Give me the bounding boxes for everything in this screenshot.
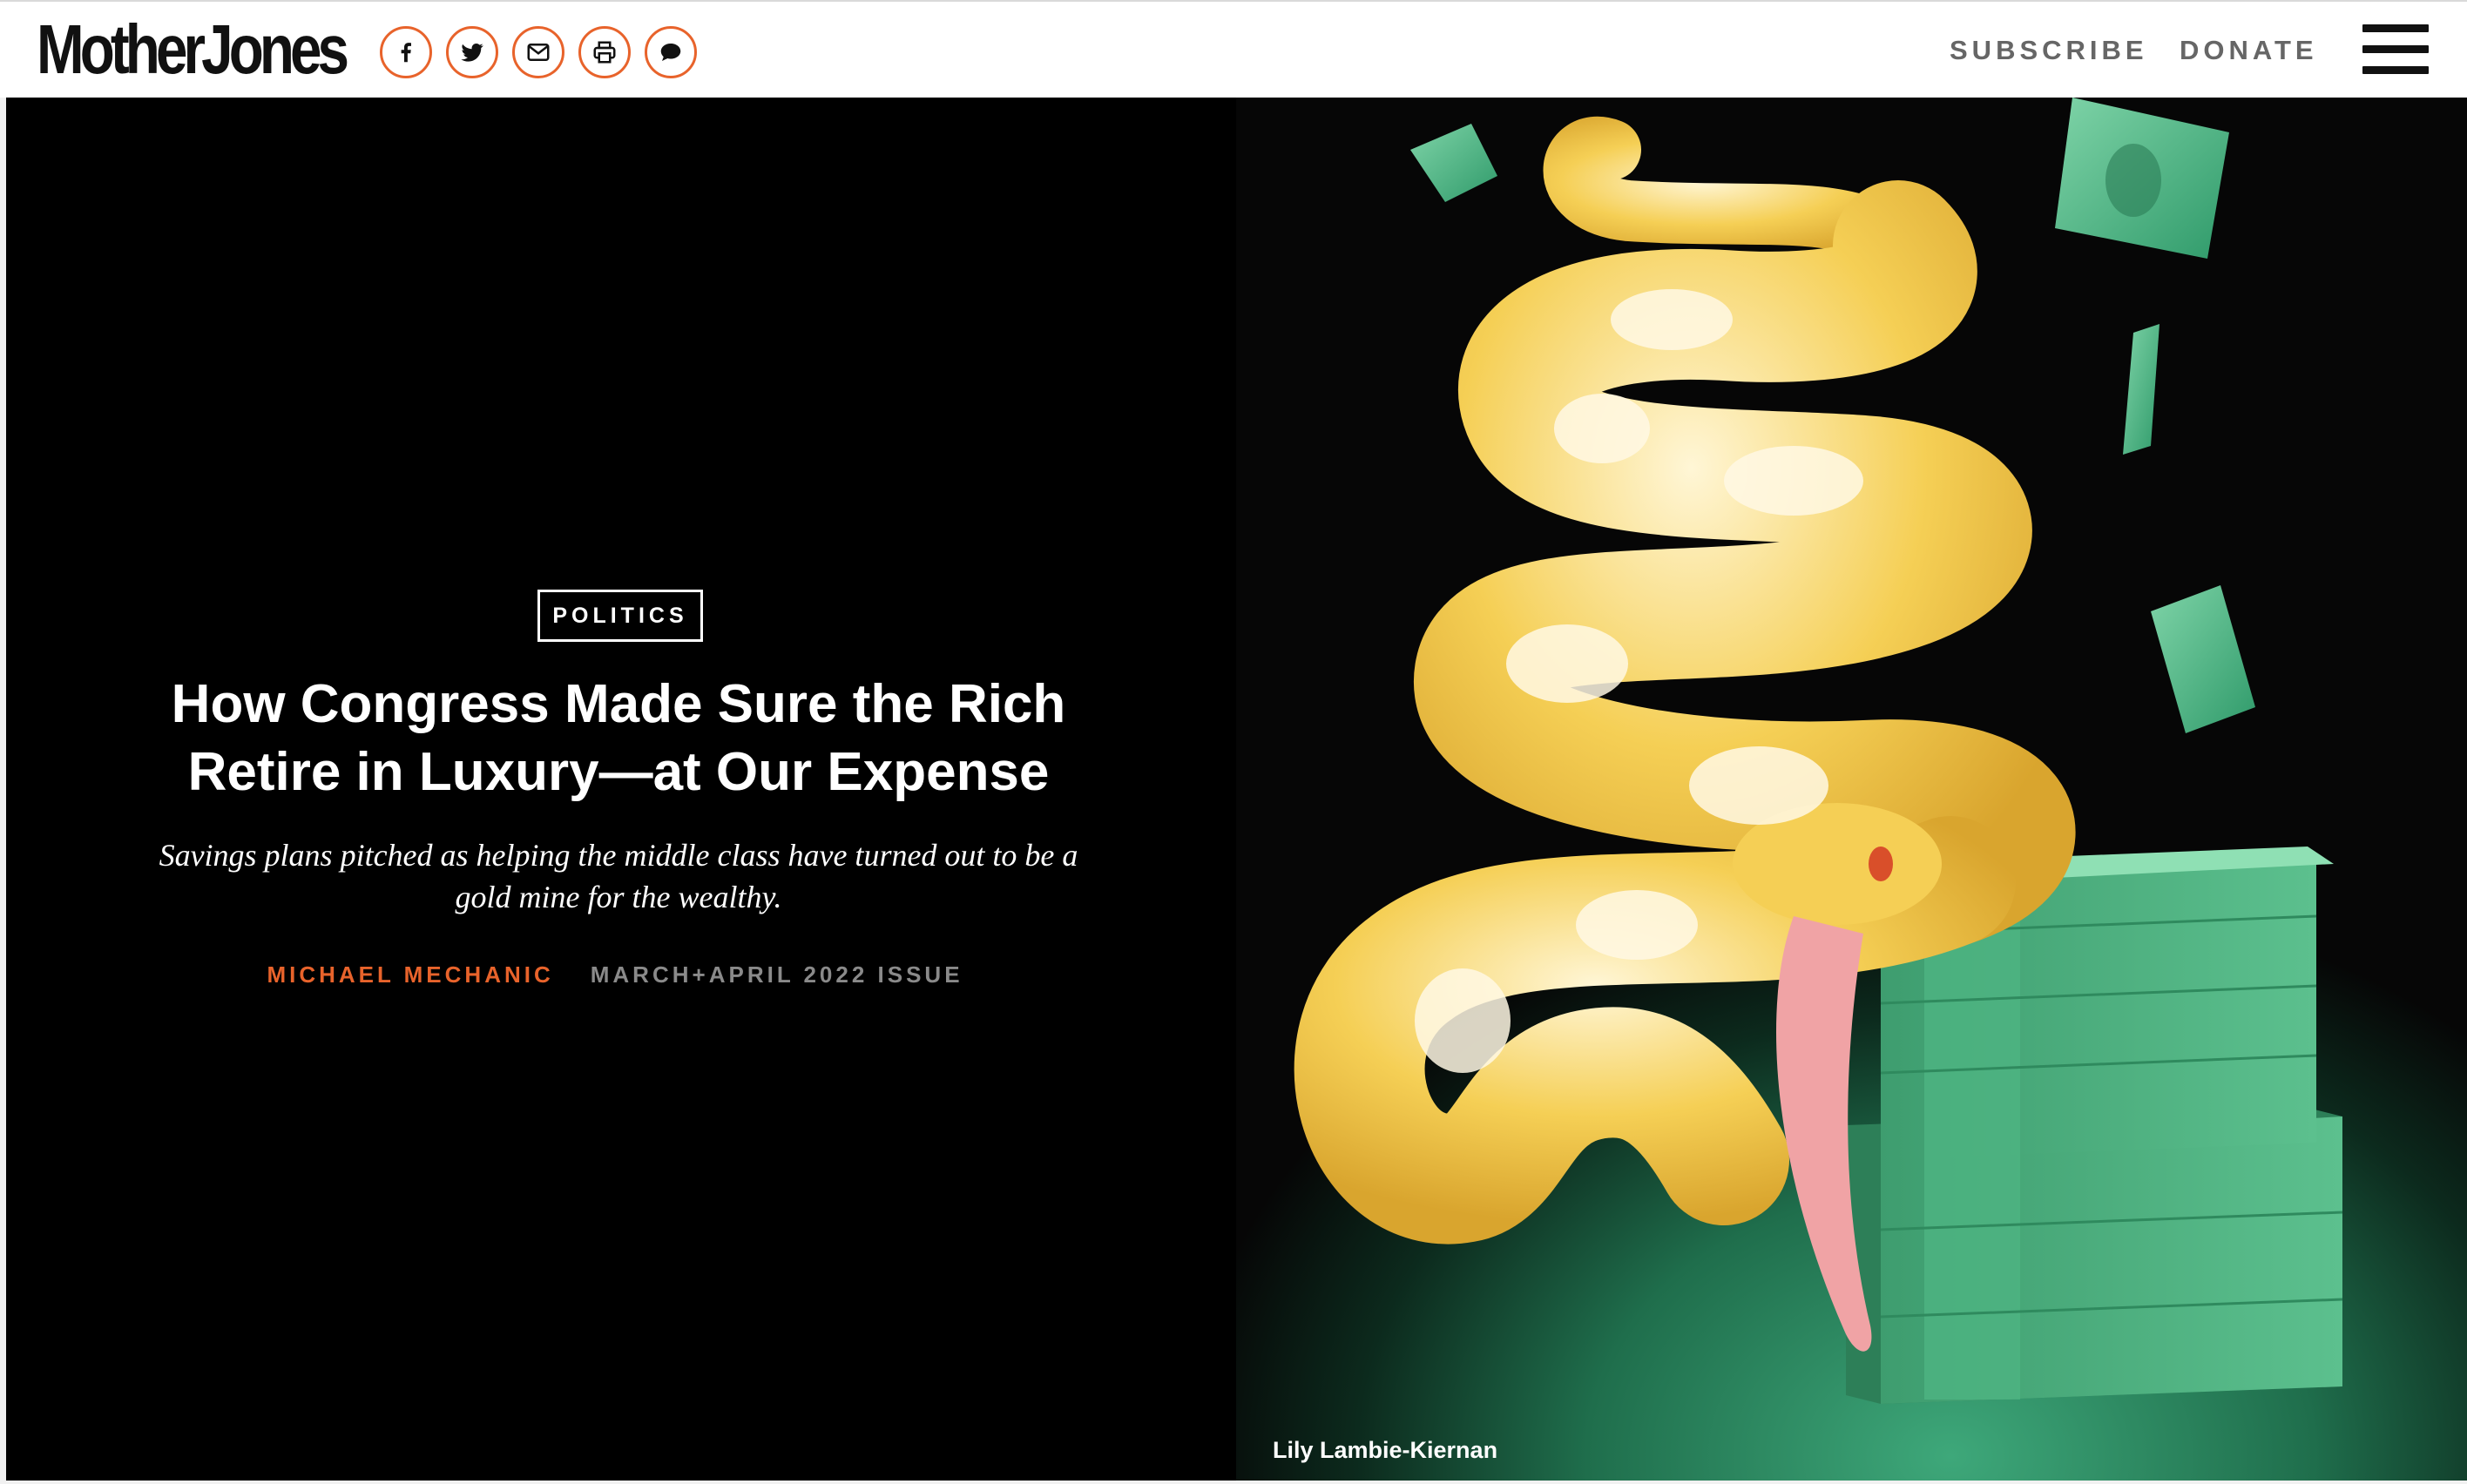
comment-icon [660,44,681,61]
hamburger-icon[interactable] [2362,24,2429,75]
hero-illustration [1236,98,2467,1481]
flying-bill [2055,98,2229,259]
facebook-share-button[interactable] [380,26,432,78]
image-credit: Lily Lambie-Kiernan [1273,1437,1498,1463]
article-dek: Savings plans pitched as helping the mid… [159,838,1078,914]
byline: MICHAEL MECHANIC MARCH+APRIL 2022 ISSUE [0,961,1230,988]
email-share-button[interactable] [512,26,564,78]
print-icon [593,41,616,64]
site-header: MotherJones SUBSCRIBE DONATE [0,0,2467,98]
share-toolbar [380,26,697,78]
facebook-icon [401,43,411,63]
page-border-left [0,98,6,1484]
page-border-bottom [0,1481,2467,1484]
snake-money-illustration [1294,98,2343,1404]
print-button[interactable] [578,26,631,78]
subscribe-link[interactable]: SUBSCRIBE [1950,35,2148,66]
category-badge[interactable]: POLITICS [537,590,703,642]
donate-link[interactable]: DONATE [2180,35,2318,66]
flying-bill [2151,585,2255,733]
article-headline: How Congress Made Sure the Rich Retire i… [171,674,1066,802]
email-icon [527,44,550,61]
issue-link[interactable]: MARCH+APRIL 2022 ISSUE [591,961,963,988]
flying-bill [2123,324,2159,455]
twitter-share-button[interactable] [446,26,498,78]
author-link[interactable]: MICHAEL MECHANIC [267,961,553,988]
twitter-icon [461,43,483,62]
site-logo[interactable]: MotherJones [37,12,349,87]
comment-button[interactable] [645,26,697,78]
flying-bill [1410,124,1497,202]
